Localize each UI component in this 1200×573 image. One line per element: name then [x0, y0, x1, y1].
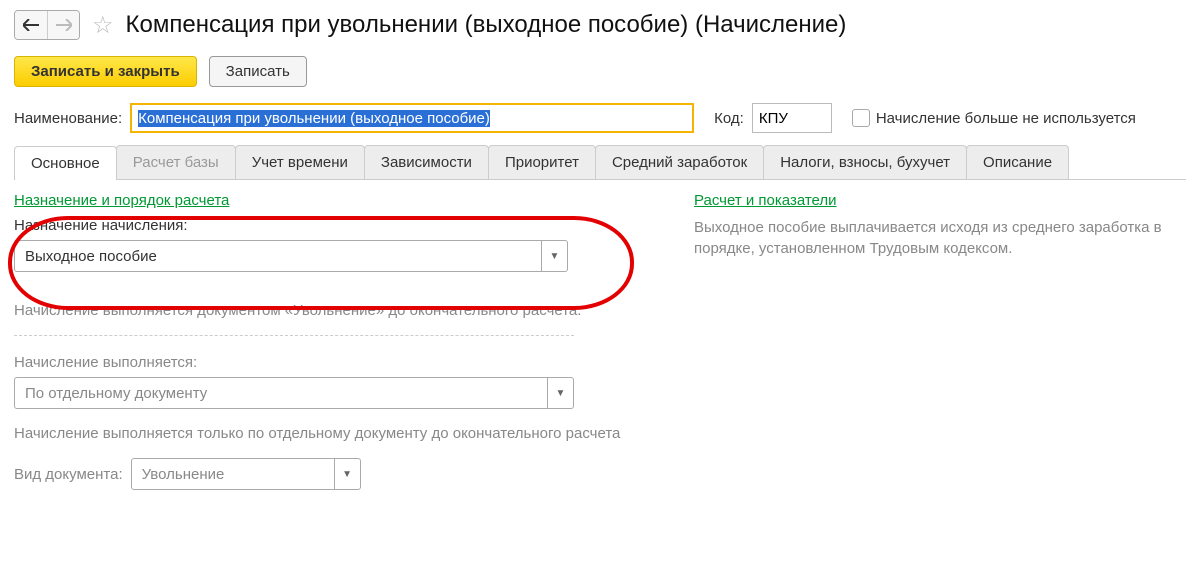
tab-description[interactable]: Описание [966, 145, 1069, 179]
purpose-select[interactable]: Выходное пособие ▼ [14, 240, 568, 272]
name-label: Наименование: [14, 110, 122, 127]
exec-note: Начисление выполняется только по отдельн… [14, 423, 634, 444]
name-input-value: Компенсация при увольнении (выходное пос… [138, 110, 490, 127]
section-purpose-title[interactable]: Назначение и порядок расчета [14, 192, 634, 209]
purpose-select-value: Выходное пособие [15, 248, 541, 265]
name-input[interactable]: Компенсация при увольнении (выходное пос… [130, 103, 694, 133]
doc-type-value: Увольнение [132, 466, 334, 483]
code-label: Код: [714, 110, 744, 127]
chevron-down-icon[interactable]: ▼ [547, 378, 573, 408]
favorite-star-icon[interactable]: ☆ [92, 11, 114, 40]
tab-main[interactable]: Основное [14, 146, 117, 180]
tab-taxes[interactable]: Налоги, взносы, бухучет [763, 145, 967, 179]
code-input[interactable] [752, 103, 832, 133]
not-used-checkbox[interactable] [852, 109, 870, 127]
divider [14, 335, 574, 336]
tab-avg-earnings[interactable]: Средний заработок [595, 145, 764, 179]
nav-back-button[interactable] [15, 11, 47, 39]
tabs: Основное Расчет базы Учет времени Зависи… [14, 145, 1186, 180]
calc-description: Выходное пособие выплачивается исходя из… [694, 217, 1184, 259]
doc-type-select[interactable]: Увольнение ▼ [131, 458, 361, 490]
not-used-label: Начисление больше не используется [876, 110, 1136, 127]
nav-forward-button[interactable] [47, 11, 79, 39]
section-calc-title[interactable]: Расчет и показатели [694, 192, 1184, 209]
save-button[interactable]: Записать [209, 56, 307, 87]
page-title: Компенсация при увольнении (выходное пос… [126, 11, 847, 39]
exec-select[interactable]: По отдельному документу ▼ [14, 377, 574, 409]
doc-type-label: Вид документа: [14, 466, 123, 483]
save-and-close-button[interactable]: Записать и закрыть [14, 56, 197, 87]
tab-time-tracking[interactable]: Учет времени [235, 145, 365, 179]
chevron-down-icon[interactable]: ▼ [334, 459, 360, 489]
exec-label: Начисление выполняется: [14, 354, 634, 371]
purpose-label: Назначение начисления: [14, 217, 634, 234]
chevron-down-icon[interactable]: ▼ [541, 241, 567, 271]
tab-dependencies[interactable]: Зависимости [364, 145, 489, 179]
purpose-note: Начисление выполняется документом «Уволь… [14, 300, 634, 321]
exec-select-value: По отдельному документу [15, 385, 547, 402]
nav-group [14, 10, 80, 40]
tab-priority[interactable]: Приоритет [488, 145, 596, 179]
tab-base-calc[interactable]: Расчет базы [116, 145, 236, 179]
